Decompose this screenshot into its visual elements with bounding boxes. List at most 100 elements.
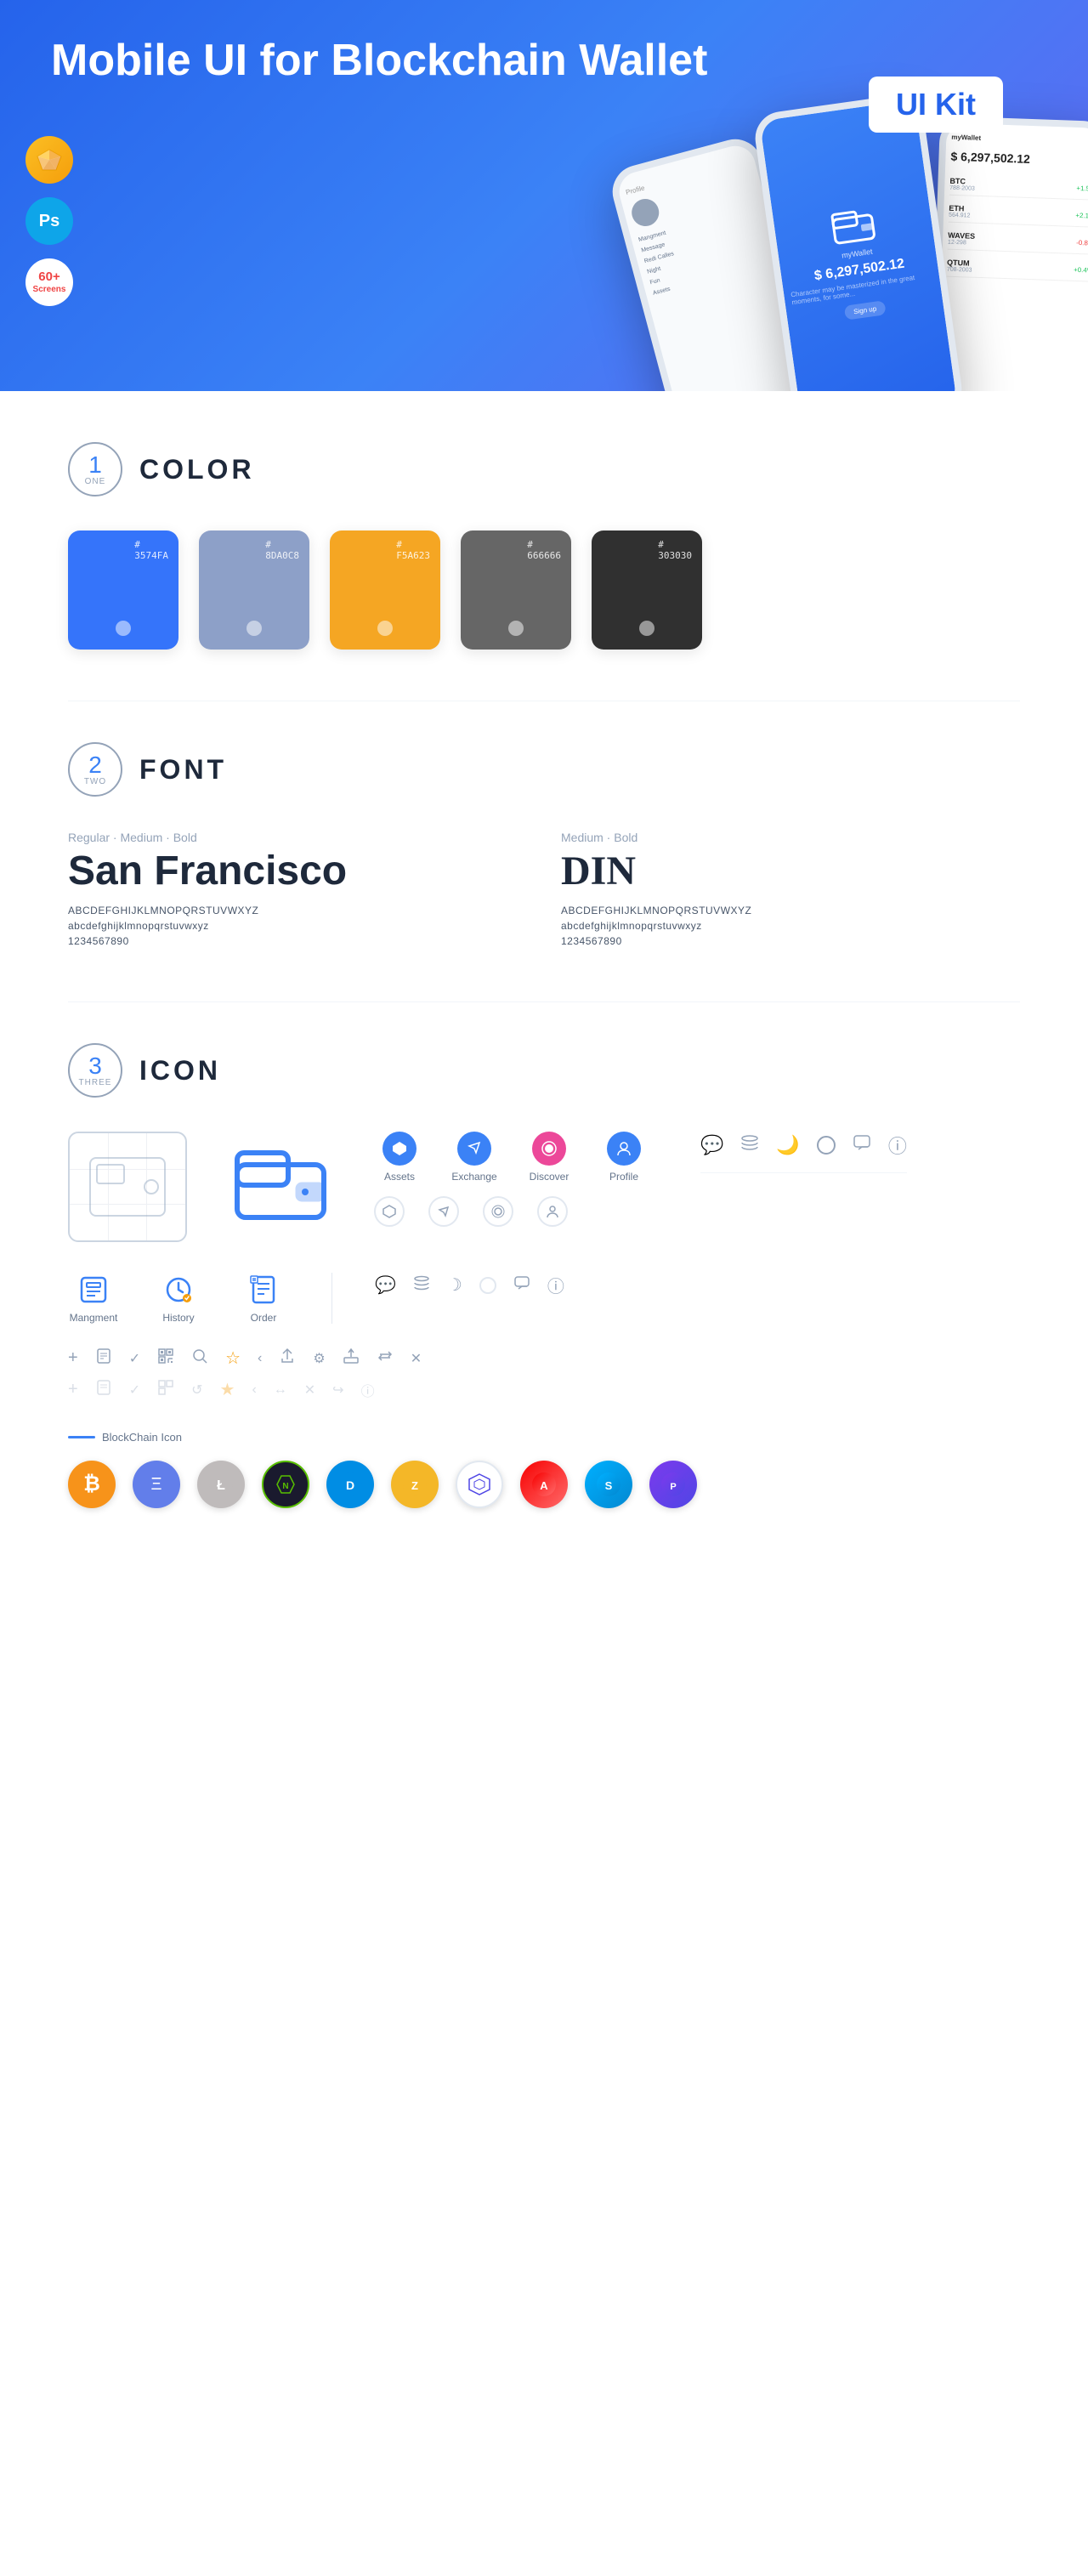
storm-coin: S	[585, 1461, 632, 1508]
assets-icon	[382, 1132, 416, 1166]
color-word: ONE	[85, 477, 106, 486]
eth-coin: Ξ	[133, 1461, 180, 1508]
star-filled-icon: ★	[220, 1379, 235, 1400]
discover-icon	[532, 1132, 566, 1166]
info-small-icon: ⓘ	[547, 1273, 564, 1297]
ltc-coin: Ł	[197, 1461, 245, 1508]
upload-icon	[343, 1348, 360, 1369]
plus-icon: +	[68, 1348, 78, 1368]
profile-outline-icon	[537, 1196, 568, 1227]
chat-small-icon: 💬	[375, 1274, 396, 1296]
svg-text:P: P	[670, 1482, 676, 1492]
order-icon	[246, 1273, 280, 1307]
font-din-numbers: 1234567890	[561, 935, 1020, 947]
hero-title-regular: Mobile UI for Blockchain	[51, 36, 579, 85]
discover-outline-icon	[483, 1196, 513, 1227]
assets-label: Assets	[384, 1171, 415, 1183]
font-grid: Regular · Medium · Bold San Francisco AB…	[68, 831, 1020, 950]
share-icon	[279, 1348, 296, 1369]
icon-section-header: 3 THREE ICON	[68, 1043, 1020, 1098]
exchange-label: Exchange	[451, 1171, 496, 1183]
blockchain-label: BlockChain Icon	[68, 1431, 1020, 1444]
color-swatch-blue: #3574FA	[68, 531, 178, 650]
phone-mockups: Profile Mangment Message Redi Calles Nig…	[620, 102, 1088, 391]
assets-icon-item: Assets	[374, 1132, 425, 1183]
wallet-label: myWallet	[841, 247, 873, 259]
close-icon: ✕	[411, 1350, 422, 1367]
discover-icon-item: Discover	[524, 1132, 575, 1183]
coin-row-waves: WAVES 12-298 -0.8%	[948, 228, 1088, 255]
plus-icon-dim: +	[68, 1380, 78, 1399]
dash-coin: D	[326, 1461, 374, 1508]
icon-title: ICON	[139, 1055, 221, 1087]
font-din: Medium · Bold DIN ABCDEFGHIJKLMNOPQRSTUV…	[561, 831, 1020, 950]
color-title: COLOR	[139, 454, 255, 485]
font-section-header: 2 TWO FONT	[68, 742, 1020, 797]
font-sf-lower: abcdefghijklmnopqrstuvwxyz	[68, 920, 527, 932]
wallet-blue-icon	[221, 1132, 340, 1242]
check-icon: ✓	[129, 1350, 140, 1367]
icon-word: THREE	[79, 1078, 112, 1087]
extra-icons-group: 💬 🌙 ⓘ	[700, 1132, 907, 1173]
exchange-icon-item: Exchange	[449, 1132, 500, 1183]
hero-icons: Ps 60+ Screens	[26, 136, 73, 306]
font-din-upper: ABCDEFGHIJKLMNOPQRSTUVWXYZ	[561, 905, 1020, 916]
ark-coin: A	[520, 1461, 568, 1508]
swap-icon	[377, 1348, 394, 1369]
screens-label: Screens	[33, 285, 66, 294]
coin-row-btc: BTC 788·2003 +1.5%	[949, 173, 1088, 201]
phone-screen-right: myWallet $ 6,297,502.12 BTC 788·2003 +1.…	[937, 123, 1088, 391]
receipt-icon	[95, 1348, 112, 1369]
chat-icon: 💬	[700, 1134, 723, 1156]
extra-icons-row1: 💬 🌙 ⓘ	[700, 1132, 907, 1159]
color-section: 1 ONE COLOR #3574FA #8DA0C8 #F5A623 #666…	[68, 442, 1020, 650]
icon-num: 3	[88, 1054, 102, 1078]
nav-icons-outline	[374, 1196, 649, 1227]
star-icon: ☆	[225, 1348, 241, 1369]
order-label: Order	[251, 1312, 277, 1324]
info-icon: ⓘ	[888, 1132, 907, 1159]
info-icon-dim: ⓘ	[361, 1380, 375, 1400]
svg-text:S: S	[605, 1479, 613, 1492]
qr-icon-dim	[157, 1379, 174, 1400]
font-din-style: Medium · Bold	[561, 831, 1020, 844]
layers-icon	[740, 1133, 759, 1157]
speech-small-icon	[513, 1274, 530, 1297]
moon-icon: 🌙	[776, 1134, 799, 1156]
management-label: Mangment	[70, 1312, 118, 1324]
blockchain-line-decor	[68, 1436, 95, 1438]
nav-icons-container: Assets Exchange Discover	[374, 1132, 649, 1227]
search-icon	[191, 1348, 208, 1369]
profile-icon-item: Profile	[598, 1132, 649, 1183]
hero-title-bold: Wallet	[579, 36, 707, 85]
assets-outline-icon	[374, 1196, 405, 1227]
nav-icons-colored: Assets Exchange Discover	[374, 1132, 649, 1183]
history-label: History	[162, 1312, 194, 1324]
main-content: 1 ONE COLOR #3574FA #8DA0C8 #F5A623 #666…	[0, 391, 1088, 1610]
coin-row-qtum: QTUM 708-2003 +0.4%	[947, 255, 1088, 282]
icon-section-number: 3 THREE	[68, 1043, 122, 1098]
util-icons-block: 💬 ☽ ⓘ	[375, 1273, 564, 1297]
ui-kit-badge: UI Kit	[869, 77, 1003, 133]
separator-2	[68, 1001, 1020, 1002]
svg-text:N: N	[282, 1482, 288, 1491]
icon-section: 3 THREE ICON	[68, 1043, 1020, 1508]
management-icon	[76, 1273, 110, 1307]
sketch-icon	[26, 136, 73, 184]
font-sf-numbers: 1234567890	[68, 935, 527, 947]
neo-coin: N	[262, 1461, 309, 1508]
color-section-number: 1 ONE	[68, 442, 122, 496]
exchange-outline-icon	[428, 1196, 459, 1227]
font-sf-upper: ABCDEFGHIJKLMNOPQRSTUVWXYZ	[68, 905, 527, 916]
svg-text:D: D	[346, 1478, 354, 1492]
arrows-icon-dim: ↔	[274, 1382, 287, 1398]
profile-icon	[607, 1132, 641, 1166]
chevron-left-icon-dim: ‹	[252, 1382, 256, 1398]
crypto-coins-row: ₿ Ξ Ł N D Z A S P	[68, 1461, 1020, 1508]
color-swatch-dark: #303030	[592, 531, 702, 650]
redo-icon-dim: ↪	[332, 1382, 343, 1399]
qr-icon	[157, 1348, 174, 1369]
photoshop-icon: Ps	[26, 197, 73, 245]
tab-icons-row: Mangment History	[68, 1273, 1020, 1324]
layers-small-icon	[413, 1274, 430, 1297]
